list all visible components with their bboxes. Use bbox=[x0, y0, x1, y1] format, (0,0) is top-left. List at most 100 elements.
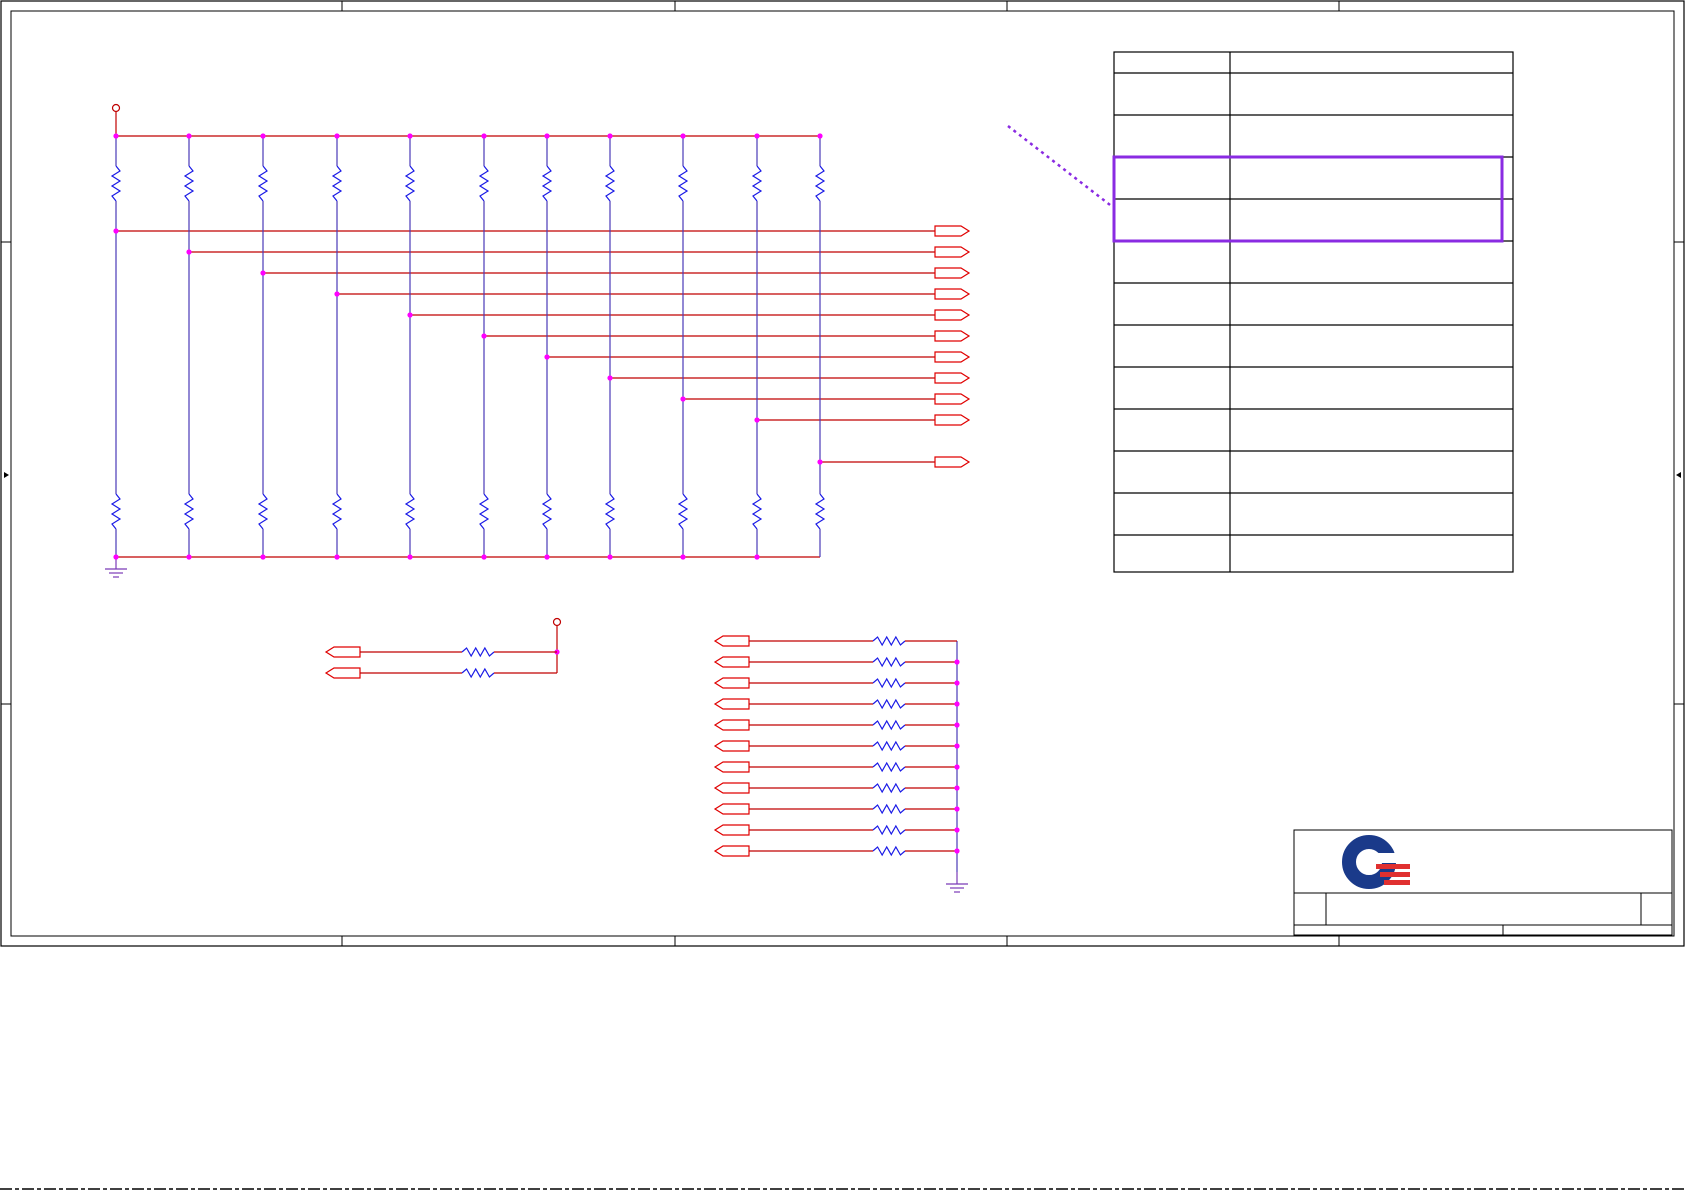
junction-dot bbox=[407, 554, 413, 560]
resistor bbox=[872, 719, 906, 731]
off-page-connector-icon bbox=[934, 267, 971, 279]
resistor bbox=[872, 677, 906, 689]
off-page-connector-icon bbox=[713, 845, 750, 857]
table-border bbox=[1113, 51, 1514, 573]
junction-dot bbox=[113, 228, 119, 234]
strap-option-table bbox=[1113, 51, 1514, 573]
resistor bbox=[404, 493, 416, 530]
off-page-connector-icon bbox=[713, 782, 750, 794]
junction-dot bbox=[817, 459, 823, 465]
resistor bbox=[872, 656, 906, 668]
junction-dot bbox=[954, 785, 960, 791]
junction-dot bbox=[481, 333, 487, 339]
resistor bbox=[677, 165, 689, 202]
highlight-leader bbox=[1007, 125, 1115, 209]
junction-dot bbox=[607, 133, 613, 139]
resistor bbox=[872, 740, 906, 752]
junction-dot bbox=[817, 133, 823, 139]
resistor bbox=[872, 824, 906, 836]
resistor bbox=[872, 845, 906, 857]
junction-dot bbox=[186, 249, 192, 255]
resistor bbox=[478, 493, 490, 530]
junction-dot bbox=[680, 396, 686, 402]
resistor bbox=[183, 165, 195, 202]
junction-dot bbox=[407, 133, 413, 139]
sheet-inner-border bbox=[10, 10, 1675, 937]
resistor bbox=[110, 493, 122, 530]
off-page-connector-icon bbox=[713, 761, 750, 773]
off-page-connector-icon bbox=[934, 456, 971, 468]
junction-dot bbox=[544, 354, 550, 360]
junction-dot bbox=[186, 133, 192, 139]
junction-dot bbox=[544, 554, 550, 560]
resistor bbox=[461, 646, 495, 658]
junction-dot bbox=[481, 133, 487, 139]
junction-dot bbox=[260, 133, 266, 139]
zone-arrow bbox=[1676, 472, 1681, 478]
junction-dot bbox=[260, 554, 266, 560]
resistor bbox=[604, 493, 616, 530]
off-page-connector-icon bbox=[713, 656, 750, 668]
off-page-connector-icon bbox=[934, 309, 971, 321]
resistor bbox=[872, 782, 906, 794]
off-page-connector-icon bbox=[934, 330, 971, 342]
small-pullup-pair bbox=[324, 617, 562, 679]
resistor bbox=[872, 803, 906, 815]
off-page-connector-icon bbox=[713, 824, 750, 836]
off-page-connector-icon bbox=[713, 803, 750, 815]
resistor bbox=[110, 165, 122, 202]
pulldown-resistor-array bbox=[713, 635, 968, 893]
junction-dot bbox=[754, 133, 760, 139]
junction-dot bbox=[954, 806, 960, 812]
junction-dot bbox=[481, 554, 487, 560]
power-flag-icon bbox=[111, 103, 121, 113]
junction-dot bbox=[334, 554, 340, 560]
resistor bbox=[404, 165, 416, 202]
ground-icon bbox=[946, 872, 968, 893]
title-block bbox=[1293, 829, 1673, 937]
junction-dot bbox=[334, 291, 340, 297]
resistor bbox=[478, 165, 490, 202]
resistor bbox=[257, 493, 269, 530]
junction-dot bbox=[113, 554, 119, 560]
zone-ticks bbox=[1, 1, 1684, 946]
off-page-connector-icon bbox=[713, 740, 750, 752]
off-page-connector-icon bbox=[934, 246, 971, 258]
junction-dot bbox=[260, 270, 266, 276]
off-page-connector-icon bbox=[713, 698, 750, 710]
junction-dot bbox=[954, 659, 960, 665]
resistor bbox=[604, 165, 616, 202]
resistor bbox=[872, 635, 906, 647]
junction-dot bbox=[954, 743, 960, 749]
off-page-connector-icon bbox=[934, 351, 971, 363]
junction-dot bbox=[607, 375, 613, 381]
resistor bbox=[751, 493, 763, 530]
off-page-connector-icon bbox=[713, 719, 750, 731]
pull-resistor-array bbox=[105, 103, 971, 578]
resistor bbox=[872, 761, 906, 773]
off-page-connector-icon bbox=[934, 393, 971, 405]
junction-dot bbox=[334, 133, 340, 139]
power-flag-icon bbox=[552, 617, 562, 627]
junction-dot bbox=[954, 701, 960, 707]
schematic-sheet bbox=[0, 0, 1685, 1190]
resistor bbox=[257, 165, 269, 202]
off-page-connector-icon bbox=[713, 677, 750, 689]
resistor bbox=[541, 165, 553, 202]
ground-icon bbox=[105, 557, 127, 578]
resistor bbox=[331, 493, 343, 530]
company-logo-icon bbox=[1342, 835, 1410, 889]
junction-dot bbox=[186, 554, 192, 560]
junction-dot bbox=[954, 848, 960, 854]
off-page-connector-icon bbox=[934, 414, 971, 426]
junction-dot bbox=[407, 312, 413, 318]
resistor bbox=[541, 493, 553, 530]
junction-dot bbox=[954, 680, 960, 686]
resistor bbox=[677, 493, 689, 530]
resistor bbox=[814, 165, 826, 202]
off-page-connector-icon bbox=[324, 667, 361, 679]
resistor bbox=[461, 667, 495, 679]
junction-dot bbox=[680, 554, 686, 560]
resistor bbox=[872, 698, 906, 710]
zone-arrow bbox=[4, 472, 9, 478]
